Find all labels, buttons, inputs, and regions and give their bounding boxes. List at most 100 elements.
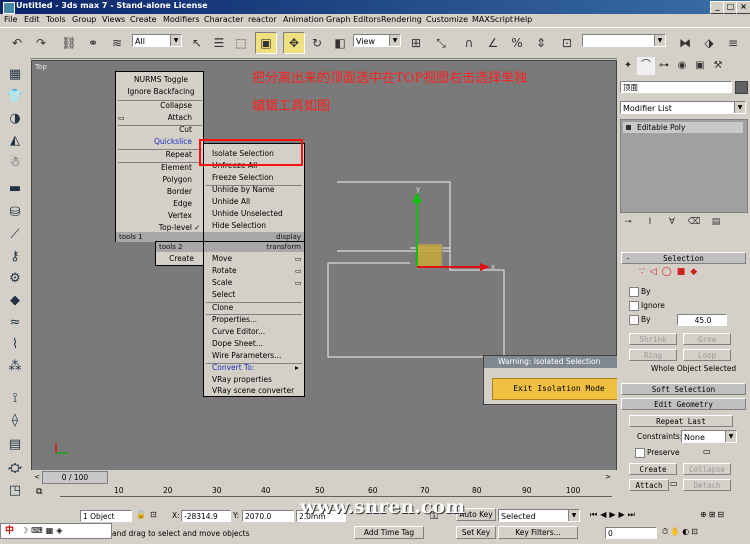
menu-reactor[interactable]: reactor bbox=[248, 15, 277, 24]
by-angle-checkbox[interactable] bbox=[629, 315, 639, 325]
cylinder-icon[interactable]: ⛁ bbox=[5, 203, 25, 223]
menu-item-freeze-selection[interactable]: Freeze Selection bbox=[212, 172, 302, 184]
hook-icon[interactable]: ⟟ bbox=[5, 389, 25, 409]
menu-maxscript[interactable]: MAXScript bbox=[472, 15, 513, 24]
window-crossing-icon[interactable]: ▣ bbox=[255, 32, 277, 54]
layer-manager-icon[interactable]: ≡ bbox=[722, 32, 744, 54]
menu-item-create[interactable]: Create bbox=[158, 253, 194, 265]
menu-tools[interactable]: Tools bbox=[46, 15, 66, 24]
slider-next-icon[interactable]: > bbox=[603, 472, 613, 482]
menu-item-unhide-all[interactable]: Unhide All bbox=[212, 196, 302, 208]
expand-icon[interactable] bbox=[626, 125, 631, 130]
menu-views[interactable]: Views bbox=[102, 15, 125, 24]
menu-item-vray-scene-converter[interactable]: VRay scene converter bbox=[212, 385, 304, 397]
percent-snap-icon[interactable]: % bbox=[506, 32, 528, 54]
menu-item-unhide-unselected[interactable]: Unhide Unselected bbox=[212, 208, 302, 220]
ime-icons[interactable]: ☽⌨▦◈ bbox=[21, 524, 65, 538]
collapse-button[interactable]: Collapse bbox=[683, 463, 731, 475]
menu-edit[interactable]: Edit bbox=[24, 15, 40, 24]
edit-named-selection-icon[interactable]: ⊡ bbox=[556, 32, 578, 54]
menu-item-curve-editor[interactable]: Curve Editor... bbox=[212, 326, 302, 338]
object-name-field[interactable]: 顶面 bbox=[620, 81, 732, 93]
key-icon[interactable]: ⚷ bbox=[5, 247, 25, 267]
modify-tab-icon[interactable]: ⌒ bbox=[637, 57, 655, 75]
sphere-icon[interactable]: ◑ bbox=[5, 109, 25, 129]
angle-spinner[interactable]: 45.0 bbox=[677, 314, 727, 326]
select-object-icon[interactable]: ↖ bbox=[186, 32, 208, 54]
menu-item-vertex[interactable]: Vertex bbox=[122, 210, 192, 222]
constraints-dropdown[interactable]: None ▼ bbox=[681, 430, 737, 443]
menu-item-nurms-toggle[interactable]: NURMS Toggle bbox=[122, 74, 200, 86]
wave-icon[interactable]: ≈ bbox=[5, 313, 25, 333]
menu-item-unhide-by-name[interactable]: Unhide by Name bbox=[212, 184, 302, 196]
ignore-backfacing-checkbox[interactable] bbox=[629, 301, 639, 311]
menu-item-element[interactable]: Element bbox=[122, 162, 192, 174]
configure-sets-icon[interactable]: ▤ bbox=[707, 214, 725, 230]
menu-graph-editors[interactable]: Graph Editors bbox=[326, 15, 381, 24]
align-icon[interactable]: ⬗ bbox=[698, 32, 720, 54]
menu-create[interactable]: Create bbox=[130, 15, 157, 24]
x-coordinate-field[interactable]: -28314.9 bbox=[181, 510, 231, 522]
lock-selection-icon[interactable]: 🔒 bbox=[136, 510, 146, 519]
mini-curve-icon[interactable]: ⧉ bbox=[36, 487, 42, 497]
stack-item-editable-poly[interactable]: Editable Poly bbox=[623, 122, 743, 133]
menu-item-cut[interactable]: Cut bbox=[122, 124, 192, 136]
create-tab-icon[interactable]: ✦ bbox=[619, 57, 637, 75]
menu-item-ignore-backfacing[interactable]: Ignore Backfacing bbox=[122, 86, 200, 98]
ime-toolbar[interactable]: 中 ☽⌨▦◈ bbox=[0, 523, 112, 539]
exit-isolation-mode-button[interactable]: Exit Isolation Mode bbox=[492, 378, 626, 400]
manipulate-icon[interactable]: ⤡ bbox=[430, 32, 452, 54]
utilities-tab-icon[interactable]: ⚒ bbox=[709, 57, 727, 75]
by-vertex-checkbox[interactable] bbox=[629, 287, 639, 297]
menu-item-clone[interactable]: Clone bbox=[212, 302, 292, 314]
unlink-icon[interactable]: ⚭ bbox=[82, 32, 104, 54]
close-button[interactable]: × bbox=[736, 1, 750, 14]
subobject-level-icons[interactable]: ∵◁◯■◆ bbox=[639, 267, 739, 279]
cone-icon[interactable]: ◭ bbox=[5, 131, 25, 151]
menu-customize[interactable]: Customize bbox=[426, 15, 468, 24]
snaps-toggle-icon[interactable]: ∩ bbox=[458, 32, 480, 54]
selected-dropdown[interactable]: Selected ▼ bbox=[498, 509, 580, 522]
time-config-icons[interactable]: ⏱✋◐⊡ bbox=[662, 527, 700, 537]
viewport-nav-icons[interactable]: ⊕⊞⊟ bbox=[700, 510, 726, 519]
preserve-uvs-checkbox[interactable] bbox=[635, 448, 645, 458]
menu-item-properties[interactable]: Properties... bbox=[212, 314, 302, 326]
menu-help[interactable]: Help bbox=[514, 15, 532, 24]
menu-item-edge[interactable]: Edge bbox=[122, 198, 192, 210]
hierarchy-tab-icon[interactable]: ⊶ bbox=[655, 57, 673, 75]
preserve-uvs-settings-icon[interactable]: ▭ bbox=[703, 447, 711, 456]
spring-icon[interactable]: ⌇ bbox=[5, 335, 25, 355]
pin-stack-icon[interactable]: ⊸ bbox=[619, 214, 637, 230]
menu-character[interactable]: Character bbox=[204, 15, 244, 24]
menu-item-rotate[interactable]: Rotate bbox=[212, 265, 292, 277]
key-filters-button[interactable]: Key Filters... bbox=[498, 526, 578, 539]
time-slider-thumb[interactable]: 0 / 100 bbox=[42, 471, 108, 484]
figure-icon[interactable]: ☃ bbox=[5, 153, 25, 173]
rectangular-selection-icon[interactable]: ⬚ bbox=[230, 32, 252, 54]
cloth-icon[interactable]: ▤ bbox=[5, 435, 25, 455]
attach-button[interactable]: Attach bbox=[629, 479, 669, 491]
scale-settings-icon[interactable]: ▭ bbox=[295, 277, 303, 289]
object-color-swatch[interactable] bbox=[735, 81, 748, 94]
ring-button[interactable]: Ring bbox=[629, 349, 677, 361]
menu-item-convert-to[interactable]: Convert To: bbox=[212, 362, 292, 374]
playback-controls[interactable]: ⏮◀▶▶⏭ bbox=[590, 510, 638, 520]
menu-item-select[interactable]: Select bbox=[212, 289, 292, 301]
menu-item-hide-selection[interactable]: Hide Selection bbox=[212, 220, 302, 232]
mirror-icon[interactable]: ⧓ bbox=[674, 32, 696, 54]
set-key-button[interactable]: Set Key bbox=[456, 526, 496, 539]
menu-item-quickslice[interactable]: Quickslice bbox=[122, 136, 192, 148]
menu-item-border[interactable]: Border bbox=[122, 186, 192, 198]
create-button[interactable]: Create bbox=[629, 463, 677, 475]
menu-item-collapse[interactable]: Collapse bbox=[122, 100, 192, 112]
menu-modifiers[interactable]: Modifiers bbox=[163, 15, 200, 24]
create-panel-icon[interactable]: ▦ bbox=[5, 65, 25, 85]
attach-list-icon[interactable]: ▭ bbox=[670, 479, 678, 488]
select-and-link-icon[interactable]: ⛓ bbox=[58, 32, 80, 54]
modifier-list-dropdown[interactable]: Modifier List ▼ bbox=[620, 101, 746, 114]
select-by-name-icon[interactable]: ☰ bbox=[208, 32, 230, 54]
undo-icon[interactable]: ↶ bbox=[6, 32, 28, 54]
loop-button[interactable]: Loop bbox=[683, 349, 731, 361]
shirt-icon[interactable]: 👕 bbox=[5, 87, 25, 107]
motor-icon[interactable]: ⛮ bbox=[5, 459, 25, 479]
